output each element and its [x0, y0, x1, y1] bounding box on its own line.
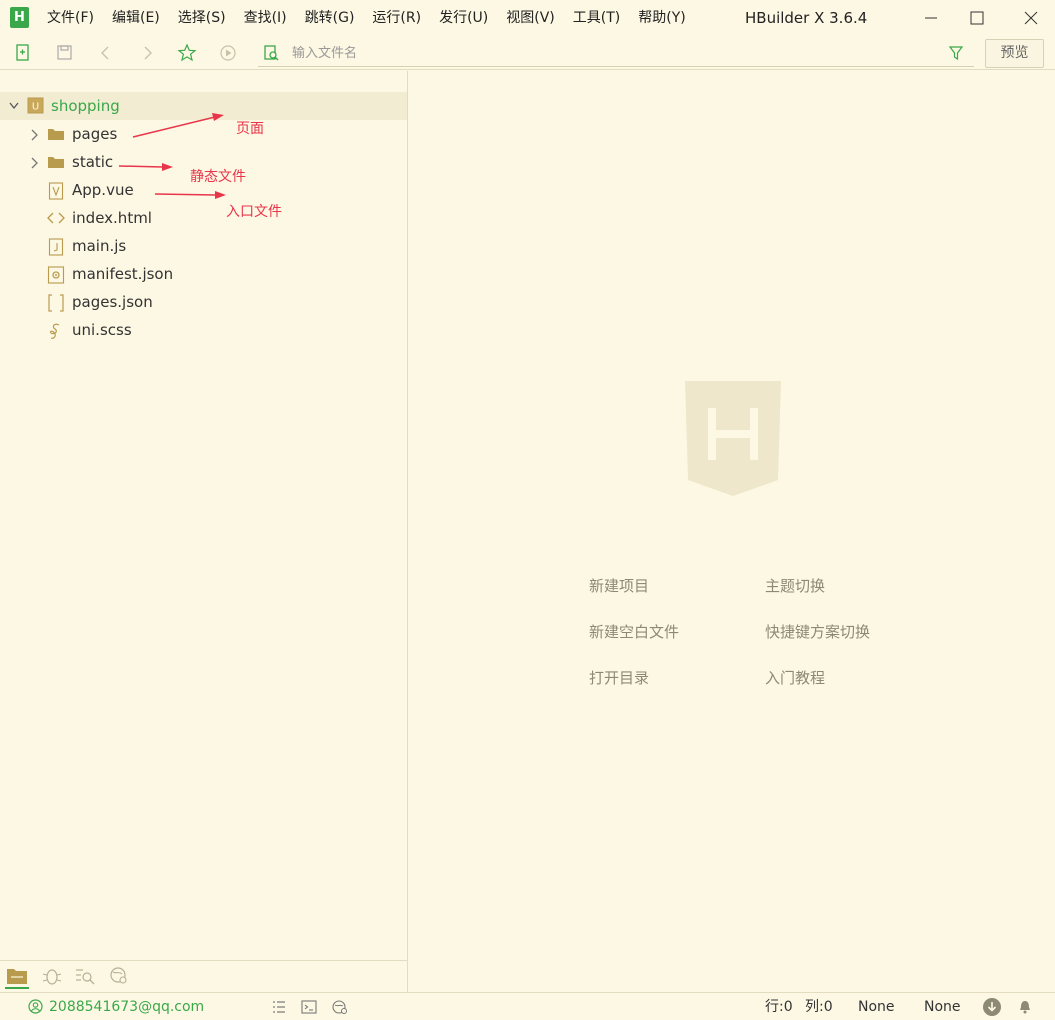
filter-icon[interactable] — [948, 45, 964, 61]
close-button[interactable] — [1008, 0, 1054, 36]
file-search-box — [258, 40, 974, 67]
user-icon[interactable] — [28, 999, 43, 1014]
app-logo: H — [10, 7, 29, 28]
cursor-column: 列:0 — [805, 999, 833, 1015]
back-icon[interactable] — [96, 43, 116, 63]
account-email[interactable]: 2088541673@qq.com — [49, 993, 204, 1020]
project-sidebar: U shopping pages static App.vue index.ht… — [0, 71, 408, 992]
star-icon[interactable] — [177, 43, 197, 63]
tree-item-manifest-json[interactable]: manifest.json — [0, 260, 407, 288]
window-title: HBuilder X 3.6.4 — [745, 9, 868, 27]
menu-publish[interactable]: 发行(U) — [430, 0, 497, 36]
link-new-blank-file[interactable]: 新建空白文件 — [589, 621, 679, 642]
tree-item-main-js[interactable]: main.js — [0, 232, 407, 260]
manifest-file-icon — [47, 266, 65, 284]
tab-browser[interactable] — [107, 965, 131, 989]
link-getting-started[interactable]: 入门教程 — [765, 667, 825, 688]
link-open-folder[interactable]: 打开目录 — [589, 667, 649, 688]
syntax-selector[interactable]: None — [924, 993, 961, 1020]
menu-goto[interactable]: 跳转(G) — [296, 0, 364, 36]
cursor-row: 行:0 — [765, 999, 793, 1015]
link-new-project[interactable]: 新建项目 — [589, 575, 649, 596]
tab-search[interactable] — [73, 965, 97, 989]
close-icon — [1024, 11, 1038, 25]
tab-project-manager[interactable] — [5, 965, 29, 989]
tree-item-label: pages.json — [72, 293, 153, 311]
search-input[interactable] — [292, 42, 932, 65]
tree-item-uni-scss[interactable]: uni.scss — [0, 316, 407, 344]
link-switch-keymap[interactable]: 快捷键方案切换 — [765, 621, 870, 642]
menu-help[interactable]: 帮助(Y) — [629, 0, 694, 36]
annotation-entry: 入口文件 — [226, 204, 282, 220]
annotation-static: 静态文件 — [190, 169, 246, 185]
new-file-icon[interactable] — [14, 43, 34, 63]
minimize-button[interactable] — [908, 0, 954, 36]
encoding-selector[interactable]: None — [858, 993, 895, 1020]
globe-icon — [110, 967, 127, 984]
minimize-icon — [925, 17, 937, 19]
tree-item-pages-json[interactable]: pages.json — [0, 288, 407, 316]
js-file-icon — [48, 238, 64, 256]
search-list-icon — [76, 969, 95, 985]
hbuilder-watermark-logo — [685, 381, 781, 496]
menu-find[interactable]: 查找(I) — [235, 0, 296, 36]
status-bar: 2088541673@qq.com 行:0 列:0 None None — [0, 992, 1055, 1020]
list-icon[interactable] — [271, 999, 287, 1015]
menu-run[interactable]: 运行(R) — [363, 0, 430, 36]
forward-icon[interactable] — [137, 43, 157, 63]
json-file-icon — [48, 294, 64, 312]
tree-item-label: main.js — [72, 237, 127, 255]
annotation-pages: 页面 — [236, 121, 264, 137]
menu-tools[interactable]: 工具(T) — [564, 0, 629, 36]
menu-select[interactable]: 选择(S) — [169, 0, 235, 36]
save-icon[interactable] — [55, 43, 75, 63]
menu-bar: 文件(F) 编辑(E) 选择(S) 查找(I) 跳转(G) 运行(R) 发行(U… — [38, 0, 695, 36]
preview-button[interactable]: 预览 — [985, 39, 1044, 68]
link-switch-theme[interactable]: 主题切换 — [765, 575, 825, 596]
maximize-icon — [970, 11, 984, 25]
bug-icon — [42, 969, 62, 985]
menu-edit[interactable]: 编辑(E) — [103, 0, 169, 36]
terminal-icon[interactable] — [301, 999, 317, 1015]
sidebar-tab-bar — [0, 960, 408, 992]
bell-icon[interactable] — [1017, 999, 1033, 1015]
annotation-arrows — [118, 113, 226, 199]
title-bar: H 文件(F) 编辑(E) 选择(S) 查找(I) 跳转(G) 运行(R) 发行… — [0, 0, 1055, 36]
tree-item-label: manifest.json — [72, 265, 174, 283]
scss-file-icon — [49, 323, 60, 339]
run-icon[interactable] — [218, 43, 238, 63]
download-update-icon[interactable] — [982, 997, 1002, 1017]
tab-debug[interactable] — [40, 965, 64, 989]
menu-view[interactable]: 视图(V) — [497, 0, 564, 36]
maximize-button[interactable] — [954, 0, 1000, 36]
globe-icon[interactable] — [331, 999, 349, 1015]
folder-icon — [7, 969, 27, 984]
search-icon — [264, 45, 279, 61]
tree-item-label: uni.scss — [72, 321, 132, 339]
menu-file[interactable]: 文件(F) — [38, 0, 103, 36]
